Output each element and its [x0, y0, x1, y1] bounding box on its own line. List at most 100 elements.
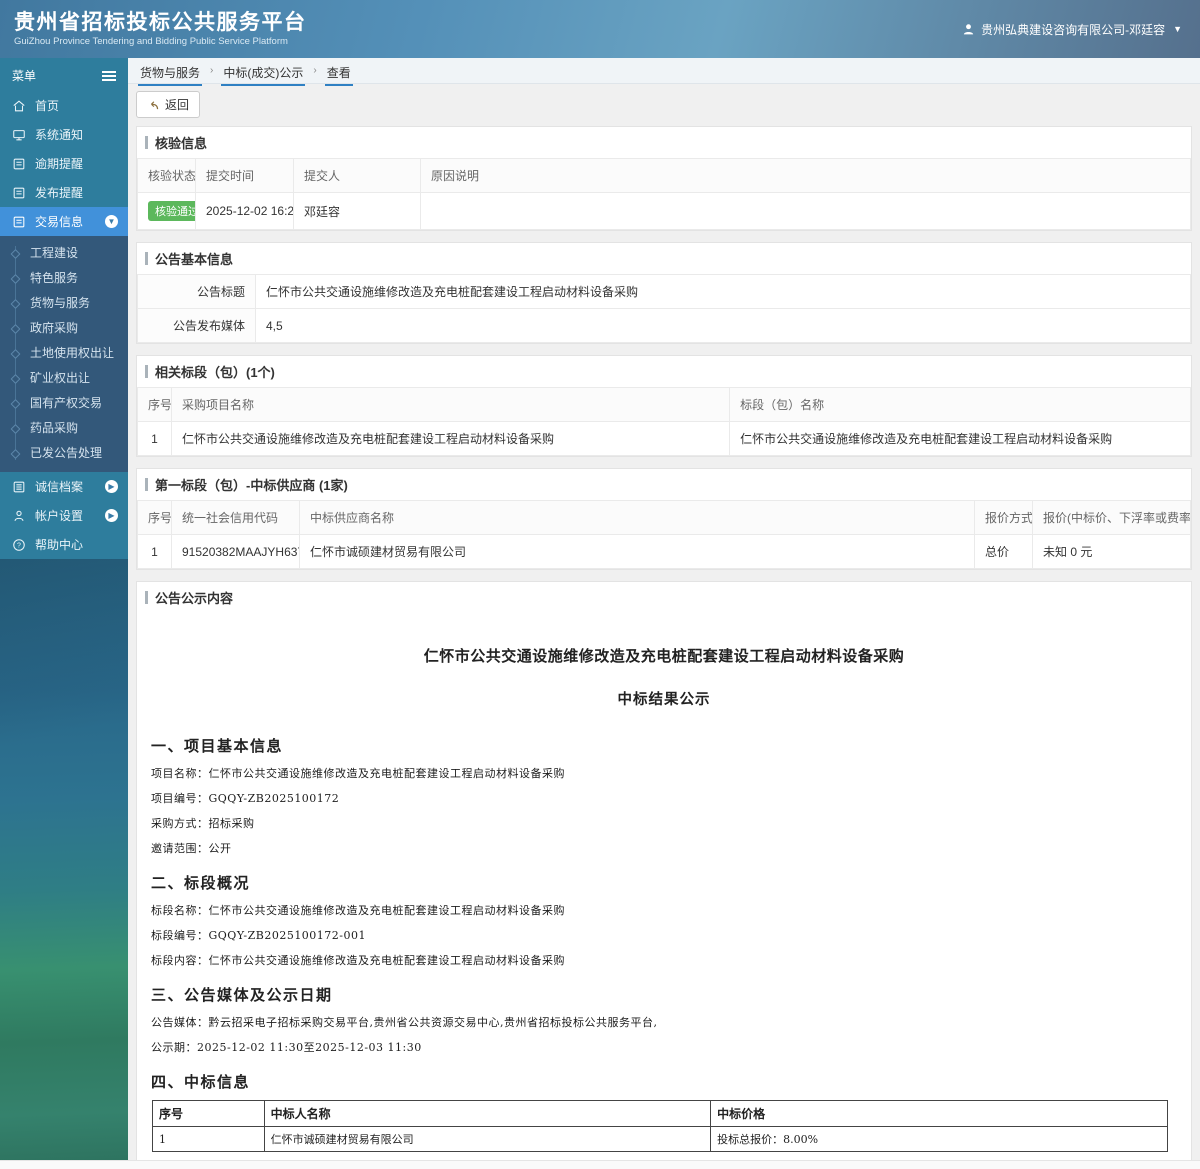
folder-icon	[12, 186, 26, 200]
table-header-row: 序号 统一社会信用代码 中标供应商名称 报价方式 报价(中标价、下浮率或费率)	[137, 500, 1191, 535]
panel-title-text: 相关标段（包）(1个)	[155, 365, 275, 380]
column-header: 报价方式	[974, 500, 1033, 535]
breadcrumb-view[interactable]: 查看	[324, 64, 353, 86]
doc-line: 公告媒体：黔云招采电子招标采购交易平台,贵州省公共资源交易中心,贵州省招标投标公…	[151, 1016, 658, 1029]
brand: 贵州省招标投标公共服务平台 GuiZhou Province Tendering…	[14, 11, 307, 47]
sidebar: 菜单 首页 系统通知 逾期提醒 发布提醒 交易信息 ▼ 工程建设 特色服务 货物…	[0, 58, 128, 1160]
submenu-item-goods-services[interactable]: 货物与服务	[0, 291, 128, 316]
user-menu[interactable]: 贵州弘典建设咨询有限公司-邓廷容 ▼	[962, 21, 1182, 38]
sidebar-item-account-settings[interactable]: 帐户设置 ▶	[0, 501, 128, 530]
back-button[interactable]: 返回	[136, 91, 201, 118]
doc-line: 公示期：2025-12-02 11:30至2025-12-03 11:30	[151, 1041, 422, 1054]
doc-section3-heading: 三、公告媒体及公示日期	[151, 986, 333, 1004]
row-number-cell: 1	[152, 1126, 265, 1152]
sidebar-item-overdue-reminder[interactable]: 逾期提醒	[0, 149, 128, 178]
panel-title-text: 公告公示内容	[155, 591, 234, 606]
panel-title: 公告基本信息	[137, 243, 1191, 274]
reason-cell	[420, 192, 1191, 230]
table-header-row: 序号 采购项目名称 标段（包）名称	[137, 387, 1191, 422]
sidebar-item-label: 帐户设置	[35, 509, 84, 523]
submenu-item-drug-procurement[interactable]: 药品采购	[0, 416, 128, 441]
breadcrumb-separator: ›	[210, 65, 214, 76]
column-header: 中标价格	[710, 1100, 1168, 1127]
sidebar-item-system-notice[interactable]: 系统通知	[0, 120, 128, 149]
undo-icon	[147, 99, 160, 111]
supplier-name-cell: 仁怀市诚硕建材贸易有限公司	[299, 534, 975, 569]
app-subtitle: GuiZhou Province Tendering and Bidding P…	[14, 36, 288, 47]
title-bar-icon	[145, 478, 148, 491]
column-header: 采购项目名称	[170, 387, 731, 422]
row-number-cell: 1	[137, 421, 172, 456]
winner-name-cell: 仁怀市诚硕建材贸易有限公司	[263, 1126, 712, 1152]
submenu-item-land-use[interactable]: 土地使用权出让	[0, 341, 128, 366]
sidebar-item-label: 系统通知	[35, 128, 84, 142]
sidebar-item-help-center[interactable]: ? 帮助中心	[0, 530, 128, 559]
sidebar-item-label: 逾期提醒	[35, 157, 84, 171]
sidebar-item-label: 帮助中心	[35, 538, 84, 552]
table-row: 1 仁怀市公共交通设施维修改造及充电桩配套建设工程启动材料设备采购 仁怀市公共交…	[137, 421, 1191, 456]
submenu-item-state-property[interactable]: 国有产权交易	[0, 391, 128, 416]
submenu-item-published-notice[interactable]: 已发公告处理	[0, 441, 128, 466]
column-header: 序号	[152, 1100, 265, 1127]
sidebar-item-label: 首页	[35, 99, 60, 113]
doc-section4-heading: 四、中标信息	[151, 1073, 251, 1091]
table-row: 公告标题 仁怀市公共交通设施维修改造及充电桩配套建设工程启动材料设备采购	[137, 274, 1191, 309]
toolbar: 返回	[128, 84, 1200, 124]
sidebar-item-home[interactable]: 首页	[0, 91, 128, 120]
user-icon	[962, 23, 975, 36]
help-icon: ?	[12, 538, 26, 552]
submenu-item-gov-procurement[interactable]: 政府采购	[0, 316, 128, 341]
column-header: 统一社会信用代码	[171, 500, 300, 535]
breadcrumb: 货物与服务 › 中标(成交)公示 › 查看	[128, 58, 1200, 86]
doc-line: 采购方式：招标采购	[151, 817, 255, 830]
column-header: 中标人名称	[263, 1100, 712, 1127]
sidebar-item-publish-reminder[interactable]: 发布提醒	[0, 178, 128, 207]
project-name-cell: 仁怀市公共交通设施维修改造及充电桩配套建设工程启动材料设备采购	[170, 421, 731, 456]
panel-verify-info: 核验信息 核验状态 提交时间 提交人 原因说明 核验通过 2025-12-02 …	[136, 126, 1192, 231]
svg-text:?: ?	[17, 542, 21, 549]
doc-line: 标段编号：GQQY-ZB2025100172-001	[151, 929, 367, 942]
submenu-item-special-service[interactable]: 特色服务	[0, 266, 128, 291]
field-label: 公告发布媒体	[137, 308, 256, 343]
credit-code-cell: 91520382MAAJYH6373	[171, 534, 300, 569]
quote-method-cell: 总价	[974, 534, 1033, 569]
panel-title: 相关标段（包）(1个)	[137, 356, 1191, 387]
sidebar-scenic-image	[0, 559, 128, 1160]
column-header: 报价(中标价、下浮率或费率)	[1032, 500, 1191, 535]
sidebar-menu-header: 菜单	[0, 58, 128, 91]
sidebar-submenu: 工程建设 特色服务 货物与服务 政府采购 土地使用权出让 矿业权出让 国有产权交…	[0, 236, 128, 472]
column-header: 提交时间	[195, 158, 294, 193]
panel-title-text: 第一标段（包）-中标供应商 (1家)	[155, 478, 348, 493]
column-header: 提交人	[293, 158, 421, 193]
submenu-item-mining-rights[interactable]: 矿业权出让	[0, 366, 128, 391]
column-header: 序号	[137, 387, 172, 422]
table-row: 1 91520382MAAJYH6373 仁怀市诚硕建材贸易有限公司 总价 未知…	[137, 534, 1191, 569]
hamburger-icon[interactable]	[102, 70, 116, 81]
back-button-label: 返回	[165, 98, 190, 112]
sidebar-item-trade-info[interactable]: 交易信息 ▼	[0, 207, 128, 236]
breadcrumb-award-notice[interactable]: 中标(成交)公示	[221, 64, 306, 86]
panel-title: 核验信息	[137, 127, 1191, 158]
breadcrumb-goods-services[interactable]: 货物与服务	[138, 64, 203, 86]
status-badge: 核验通过	[148, 201, 195, 221]
doc-line: 项目名称：仁怀市公共交通设施维修改造及充电桩配套建设工程启动材料设备采购	[151, 767, 565, 780]
quote-price-cell: 未知 0 元	[1032, 534, 1191, 569]
announcement-title-value: 仁怀市公共交通设施维修改造及充电桩配套建设工程启动材料设备采购	[255, 274, 1191, 309]
submenu-item-engineering[interactable]: 工程建设	[0, 241, 128, 266]
home-icon	[12, 99, 26, 113]
column-header: 中标供应商名称	[299, 500, 975, 535]
field-label: 公告标题	[137, 274, 256, 309]
user-icon	[12, 509, 26, 523]
table-row: 1 仁怀市诚硕建材贸易有限公司 投标总报价：8.00%	[152, 1126, 1168, 1152]
column-header: 原因说明	[420, 158, 1191, 193]
chevron-down-circle-icon: ▼	[105, 215, 118, 228]
panel-title: 公告公示内容	[137, 582, 1191, 613]
title-bar-icon	[145, 591, 148, 604]
award-info-table: 序号 中标人名称 中标价格 1 仁怀市诚硕建材贸易有限公司 投标总报价：8.00…	[152, 1100, 1168, 1152]
submitter-cell: 邓廷容	[293, 192, 421, 230]
sidebar-item-credit-archive[interactable]: 诚信档案 ▶	[0, 472, 128, 501]
panel-related-sections: 相关标段（包）(1个) 序号 采购项目名称 标段（包）名称 1 仁怀市公共交通设…	[136, 355, 1192, 457]
archive-icon	[12, 480, 26, 494]
table-row: 公告发布媒体 4,5	[137, 308, 1191, 343]
app-title: 贵州省招标投标公共服务平台	[14, 11, 307, 34]
